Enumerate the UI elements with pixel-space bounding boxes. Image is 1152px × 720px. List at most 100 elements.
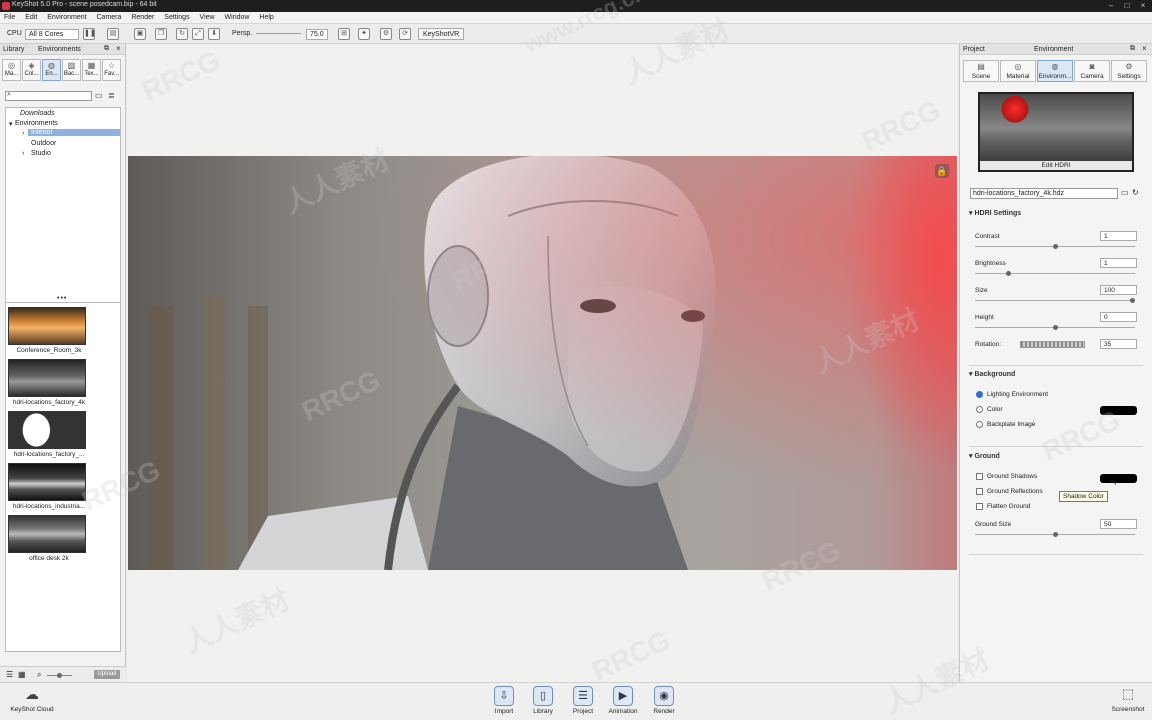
close-icon[interactable]: ×	[1136, 1, 1150, 11]
menu-settings[interactable]: Settings	[160, 12, 193, 21]
menu-view[interactable]: View	[196, 12, 219, 21]
tab-favorites[interactable]: ☆ Fav...	[102, 59, 121, 81]
tab-scene[interactable]: ▤ Scene	[963, 60, 999, 82]
height-slider[interactable]	[975, 325, 1135, 330]
ground-section[interactable]: ▾ Ground	[969, 452, 1000, 460]
height-input[interactable]: 0	[1100, 312, 1137, 322]
minimize-icon[interactable]: –	[1104, 1, 1118, 11]
shadow-color-swatch[interactable]	[1100, 474, 1137, 483]
brightness-knob[interactable]	[1006, 271, 1011, 276]
down-arrow-icon[interactable]: ⬇	[208, 28, 220, 40]
project-button[interactable]: ☰ Project	[565, 686, 601, 715]
library-search-input[interactable]: ⌕	[5, 91, 92, 101]
splitter-handle[interactable]: •••	[57, 295, 67, 302]
ground-size-knob[interactable]	[1053, 532, 1058, 537]
lighting-environment-radio[interactable]	[976, 391, 983, 398]
keyshotvr-button[interactable]: KeyShotVR	[418, 28, 465, 40]
backplate-image-radio[interactable]	[976, 421, 983, 428]
tree-item-studio[interactable]: Studio	[31, 150, 51, 157]
render-image[interactable]: 🔒	[128, 156, 957, 570]
menu-camera[interactable]: Camera	[93, 12, 126, 21]
thumb-industrial[interactable]	[8, 463, 86, 501]
list-view-icon[interactable]: ≣	[108, 91, 115, 100]
maximize-icon[interactable]: □	[1120, 1, 1134, 11]
fov-input[interactable]: 75.0	[306, 29, 328, 40]
tab-environment[interactable]: ◍ Environm...	[1037, 60, 1073, 82]
open-folder-icon[interactable]: ▭	[1121, 188, 1129, 197]
size-input[interactable]: 100	[1100, 285, 1137, 295]
height-knob[interactable]	[1053, 325, 1058, 330]
tree-expand-icon[interactable]: ›	[22, 150, 24, 157]
settings-icon[interactable]: ⚙	[380, 28, 392, 40]
region-icon[interactable]: ▣	[134, 28, 146, 40]
thumb-factory-4k[interactable]	[8, 359, 86, 397]
background-color-swatch[interactable]	[1100, 406, 1137, 415]
folder-icon[interactable]: ▭	[95, 91, 103, 100]
slider-knob[interactable]	[57, 673, 62, 678]
grid-icon[interactable]: ⊞	[338, 28, 350, 40]
tree-item-downloads[interactable]: Downloads	[20, 110, 55, 117]
list-icon[interactable]: ☰	[6, 670, 13, 679]
menu-render[interactable]: Render	[127, 12, 158, 21]
brightness-slider[interactable]	[975, 271, 1135, 276]
hdri-preview[interactable]: Edit HDRI	[978, 92, 1134, 172]
menu-environment[interactable]: Environment	[43, 12, 90, 21]
ground-size-input[interactable]: 50	[1100, 519, 1137, 529]
contrast-slider[interactable]	[975, 244, 1135, 249]
tab-settings[interactable]: ⚙ Settings	[1111, 60, 1147, 82]
menu-window[interactable]: Window	[221, 12, 254, 21]
size-slider[interactable]	[975, 298, 1135, 303]
tree-item-environments[interactable]: Environments	[15, 120, 58, 127]
reload-icon[interactable]: ↻	[1132, 188, 1139, 197]
tab-material[interactable]: ◎ Material	[1000, 60, 1036, 82]
tree-expand-icon[interactable]: ▾	[9, 120, 13, 128]
fov-slider[interactable]	[256, 33, 301, 34]
upload-button[interactable]: Upload	[94, 670, 120, 679]
animation-button[interactable]: ▶ Animation	[605, 686, 641, 715]
flatten-ground-checkbox[interactable]	[976, 503, 983, 510]
hdri-settings-section[interactable]: ▾ HDRI Settings	[969, 209, 1021, 217]
refresh-icon[interactable]: ↻	[176, 28, 188, 40]
tab-backplates[interactable]: ▨ Bac...	[62, 59, 81, 81]
color-radio[interactable]	[976, 406, 983, 413]
screenshot-button[interactable]: ⬚ Screenshot	[1108, 686, 1148, 713]
contrast-knob[interactable]	[1053, 244, 1058, 249]
tree-expand-icon[interactable]: ›	[22, 130, 24, 137]
tab-textures[interactable]: ▦ Tex...	[82, 59, 101, 81]
rotation-input[interactable]: 35	[1100, 339, 1137, 349]
background-section[interactable]: ▾ Background	[969, 370, 1015, 378]
render-button[interactable]: ◉ Render	[646, 686, 682, 715]
tab-camera[interactable]: ◙ Camera	[1074, 60, 1110, 82]
size-knob[interactable]	[1130, 298, 1135, 303]
undock-icon[interactable]: ⧉	[104, 45, 109, 53]
menu-file[interactable]: File	[0, 12, 19, 21]
tab-environments[interactable]: ◍ En...	[42, 59, 61, 81]
thumb-factory-2[interactable]	[8, 411, 86, 449]
ground-reflections-checkbox[interactable]	[976, 488, 983, 495]
layout-icon[interactable]: ▤	[107, 28, 119, 40]
ground-shadows-checkbox[interactable]	[976, 473, 983, 480]
edit-hdri-button[interactable]: Edit HDRI	[980, 161, 1132, 170]
ground-size-slider[interactable]	[975, 532, 1135, 537]
import-button[interactable]: ⇩ Import	[486, 686, 522, 715]
menu-help[interactable]: Help	[255, 12, 277, 21]
menu-edit[interactable]: Edit	[21, 12, 41, 21]
close-panel-icon[interactable]: ×	[116, 44, 121, 53]
library-button[interactable]: ▯ Library	[525, 686, 561, 715]
fit-icon[interactable]: ⤢	[192, 28, 204, 40]
keyshot-cloud-button[interactable]: ☁ KeyShot Cloud	[8, 686, 56, 713]
copy-icon[interactable]: ❐	[155, 28, 167, 40]
pause-icon[interactable]: ❚❚	[83, 28, 96, 40]
sync-icon[interactable]: ⟳	[399, 28, 411, 40]
close-panel-icon[interactable]: ×	[1142, 44, 1147, 53]
tree-item-interior[interactable]: Interior	[28, 129, 120, 136]
cores-dropdown[interactable]: All 8 Cores	[25, 29, 79, 40]
undock-icon[interactable]: ⧉	[1130, 45, 1135, 53]
studio-icon[interactable]: ✦	[358, 28, 370, 40]
rotation-dial[interactable]	[1020, 341, 1085, 348]
lock-icon[interactable]: 🔒	[935, 164, 949, 178]
tree-item-outdoor[interactable]: Outdoor	[31, 140, 56, 147]
brightness-input[interactable]: 1	[1100, 258, 1137, 268]
contrast-input[interactable]: 1	[1100, 231, 1137, 241]
hdri-file-field[interactable]: hdri-locations_factory_4k.hdz	[970, 188, 1118, 199]
